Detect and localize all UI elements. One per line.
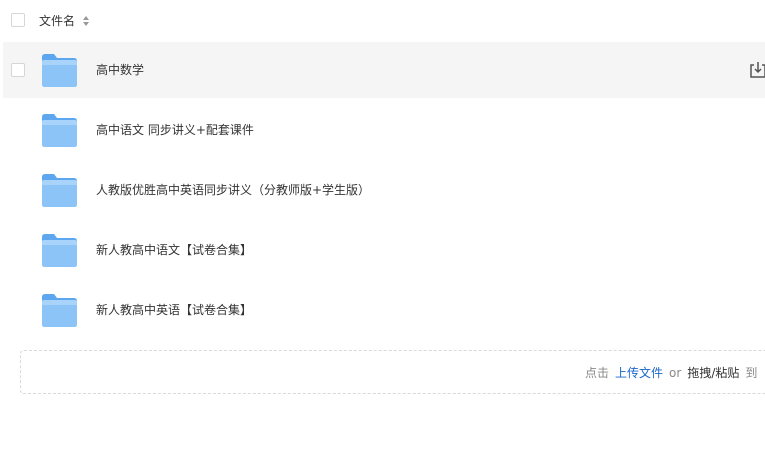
file-row[interactable]: 高中语文 同步讲义+配套课件 bbox=[3, 102, 765, 158]
upload-hint: 点击 上传文件 or 拖拽/粘贴到 bbox=[585, 365, 757, 381]
folder-icon bbox=[42, 54, 77, 87]
file-row[interactable]: 新人教高中英语【试卷合集】 bbox=[3, 282, 765, 338]
folder-icon bbox=[42, 294, 77, 327]
upload-prefix: 点击 bbox=[585, 366, 610, 380]
upload-drag-paste: 拖拽/粘贴 bbox=[687, 366, 740, 380]
file-name[interactable]: 新人教高中英语【试卷合集】 bbox=[96, 302, 252, 318]
column-header-filename[interactable]: 文件名 bbox=[39, 13, 75, 29]
upload-suffix: 到 bbox=[745, 366, 758, 380]
file-name[interactable]: 人教版优胜高中英语同步讲义（分教师版+学生版） bbox=[96, 182, 370, 198]
file-name[interactable]: 新人教高中语文【试卷合集】 bbox=[96, 242, 252, 258]
folder-icon bbox=[42, 174, 77, 207]
file-row[interactable]: 新人教高中语文【试卷合集】 bbox=[3, 222, 765, 278]
file-row[interactable]: 高中数学 bbox=[3, 42, 765, 98]
upload-drop-zone[interactable]: 点击 上传文件 or 拖拽/粘贴到 bbox=[20, 350, 765, 394]
folder-icon bbox=[42, 114, 77, 147]
sort-icon[interactable] bbox=[82, 14, 90, 28]
folder-icon bbox=[42, 234, 77, 267]
row-checkbox[interactable] bbox=[11, 63, 25, 77]
download-icon[interactable] bbox=[749, 61, 765, 79]
file-list-header: 文件名 bbox=[0, 0, 765, 42]
file-row[interactable]: 人教版优胜高中英语同步讲义（分教师版+学生版） bbox=[3, 162, 765, 218]
select-all-checkbox[interactable] bbox=[11, 13, 25, 27]
upload-or: or bbox=[669, 366, 682, 380]
upload-file-link[interactable]: 上传文件 bbox=[615, 366, 663, 380]
file-name[interactable]: 高中数学 bbox=[96, 62, 144, 78]
file-name[interactable]: 高中语文 同步讲义+配套课件 bbox=[96, 122, 254, 138]
